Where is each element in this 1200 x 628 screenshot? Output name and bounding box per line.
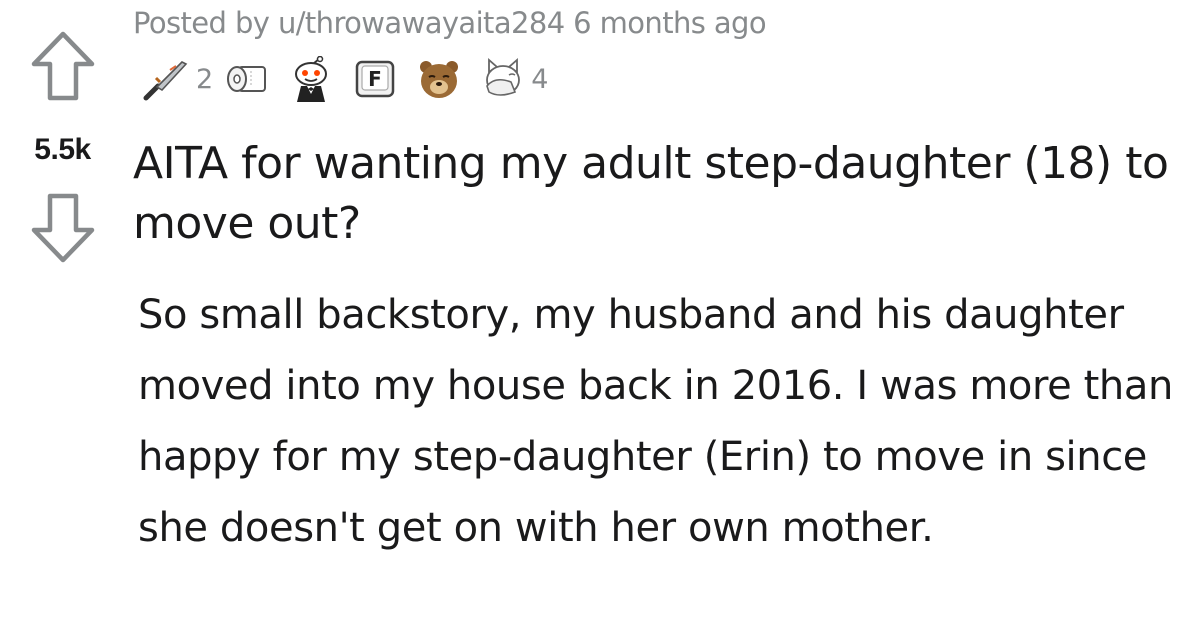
upvote-arrow-icon[interactable]: [30, 30, 96, 102]
vote-score: 5.5k: [34, 133, 91, 166]
svg-text:F: F: [368, 67, 382, 91]
posted-by-label: Posted by: [133, 6, 270, 40]
press-f-award-icon: F: [355, 60, 395, 98]
vote-column: 5.5k: [0, 0, 125, 628]
toilet-paper-award-icon: [227, 66, 267, 92]
post-age: 6 months ago: [573, 6, 767, 40]
snoo-tuxedo-award-icon: [295, 56, 328, 102]
award-count: 2: [196, 63, 214, 95]
award-facepalm-cat[interactable]: 4: [481, 58, 548, 100]
facepalm-cat-award-icon: [486, 58, 521, 96]
award-bear[interactable]: [415, 57, 469, 101]
post-title[interactable]: AITA for wanting my adult step-daughter …: [133, 134, 1193, 254]
author-link[interactable]: u/throwawayaita284: [278, 6, 565, 40]
knife-award-icon: [143, 61, 188, 101]
post-meta: Posted by u/throwawayaita284 6 months ag…: [133, 6, 767, 40]
award-snoo-tuxedo[interactable]: [287, 56, 341, 102]
awards-bar[interactable]: 2 F 4: [140, 52, 548, 106]
award-count: 4: [531, 63, 549, 95]
bear-award-icon: [420, 61, 459, 98]
downvote-arrow-icon[interactable]: [30, 192, 96, 264]
award-toilet-paper[interactable]: [225, 61, 275, 97]
post-body: So small backstory, my husband and his d…: [138, 292, 1173, 551]
award-knife[interactable]: 2: [140, 56, 213, 102]
award-press-f[interactable]: F: [353, 58, 403, 100]
